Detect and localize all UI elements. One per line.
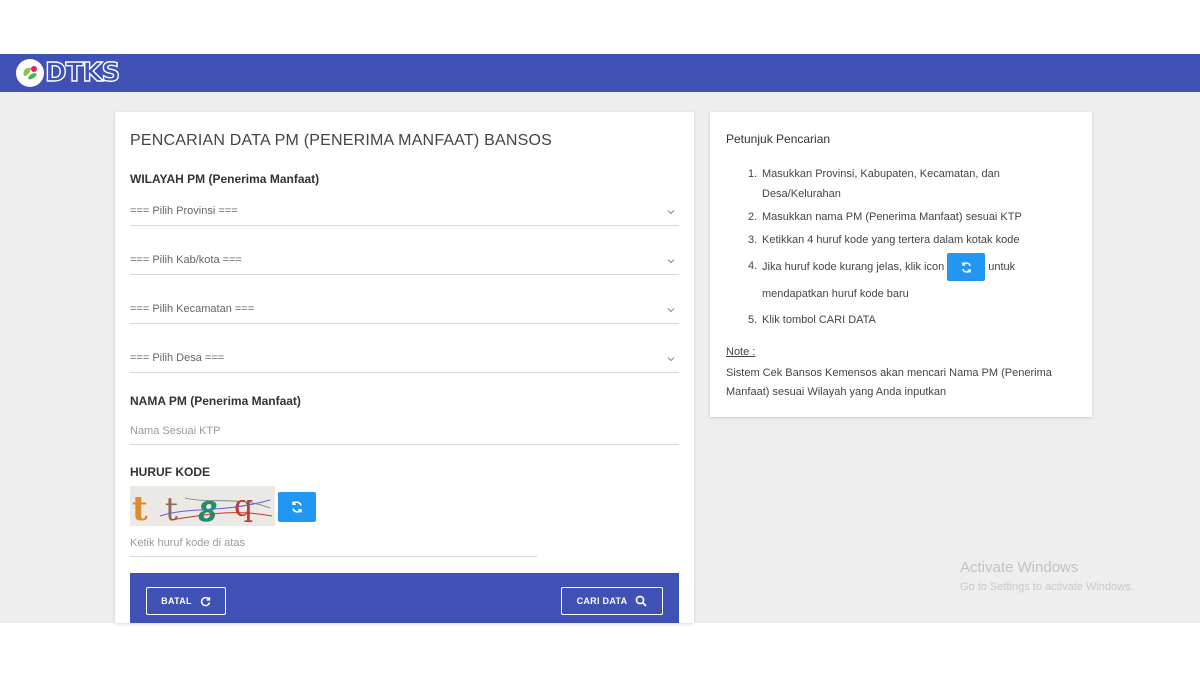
search-form-card: PENCARIAN DATA PM (PENERIMA MANFAAT) BAN… xyxy=(115,112,694,623)
code-label: HURUF KODE xyxy=(130,465,210,479)
name-label: NAMA PM (Penerima Manfaat) xyxy=(130,394,301,408)
cancel-button[interactable]: BATAL xyxy=(146,587,226,615)
bottom-whitespace xyxy=(0,623,1200,675)
chevron-down-icon xyxy=(667,256,675,264)
top-whitespace xyxy=(0,0,1200,54)
form-title: PENCARIAN DATA PM (PENERIMA MANFAAT) BAN… xyxy=(130,132,552,149)
cancel-button-label: BATAL xyxy=(161,596,192,606)
province-select-value: === Pilih Provinsi === xyxy=(130,204,238,217)
guide-steps: 1. Masukkan Provinsi, Kabupaten, Kecamat… xyxy=(748,164,1078,333)
guide-step: 4. Jika huruf kode kurang jelas, klik ic… xyxy=(748,253,1078,307)
logo-text: DTKS xyxy=(44,58,121,88)
province-select[interactable]: === Pilih Provinsi === xyxy=(130,196,679,226)
name-input[interactable]: Nama Sesuai KTP xyxy=(130,417,679,445)
search-guide-card: Petunjuk Pencarian 1. Masukkan Provinsi,… xyxy=(710,112,1092,417)
guide-step: 5. Klik tombol CARI DATA xyxy=(748,314,876,326)
code-input-placeholder: Ketik huruf kode di atas xyxy=(130,536,245,549)
action-bar: BATAL CARI DATA xyxy=(130,573,679,623)
search-button-label: CARI DATA xyxy=(576,596,628,606)
guide-step: 3. Ketikkan 4 huruf kode yang tertera da… xyxy=(748,234,1020,246)
windows-activation-title: Activate Windows xyxy=(960,559,1079,576)
district-select[interactable]: === Pilih Kecamatan === xyxy=(130,294,679,324)
refresh-captcha-button[interactable] xyxy=(278,492,316,522)
captcha-char: t xyxy=(165,490,178,526)
chevron-down-icon xyxy=(667,305,675,313)
leaf-icon xyxy=(16,59,44,87)
note-title: Note : xyxy=(726,346,756,358)
note-text: Sistem Cek Bansos Kemensos akan mencari … xyxy=(726,367,1052,398)
regency-select[interactable]: === Pilih Kab/kota === xyxy=(130,245,679,275)
windows-activation-subtitle: Go to Settings to activate Windows. xyxy=(960,581,1134,593)
village-select-value: === Pilih Desa === xyxy=(130,351,225,364)
regency-select-value: === Pilih Kab/kota === xyxy=(130,253,242,266)
village-select[interactable]: === Pilih Desa === xyxy=(130,343,679,373)
name-input-placeholder: Nama Sesuai KTP xyxy=(130,424,221,437)
chevron-down-icon xyxy=(667,354,675,362)
search-icon xyxy=(636,595,648,607)
dtks-logo[interactable]: DTKS xyxy=(16,58,121,88)
navbar xyxy=(0,54,1200,92)
captcha-char: t xyxy=(132,489,148,526)
captcha-char: 8 xyxy=(198,495,217,526)
refresh-icon xyxy=(292,501,302,513)
region-label: WILAYAH PM (Penerima Manfaat) xyxy=(130,172,320,186)
guide-step: 2. Masukkan nama PM (Penerima Manfaat) s… xyxy=(748,211,1022,223)
guide-step: 1. Masukkan Provinsi, Kabupaten, Kecamat… xyxy=(748,168,1000,200)
code-input[interactable]: Ketik huruf kode di atas xyxy=(130,529,537,557)
chevron-down-icon xyxy=(667,207,675,215)
captcha-image: t t 8 q xyxy=(130,486,275,526)
search-button[interactable]: CARI DATA xyxy=(561,587,663,615)
reset-icon xyxy=(200,596,211,606)
district-select-value: === Pilih Kecamatan === xyxy=(130,302,255,315)
guide-title: Petunjuk Pencarian xyxy=(726,132,831,146)
refresh-icon xyxy=(947,253,986,281)
